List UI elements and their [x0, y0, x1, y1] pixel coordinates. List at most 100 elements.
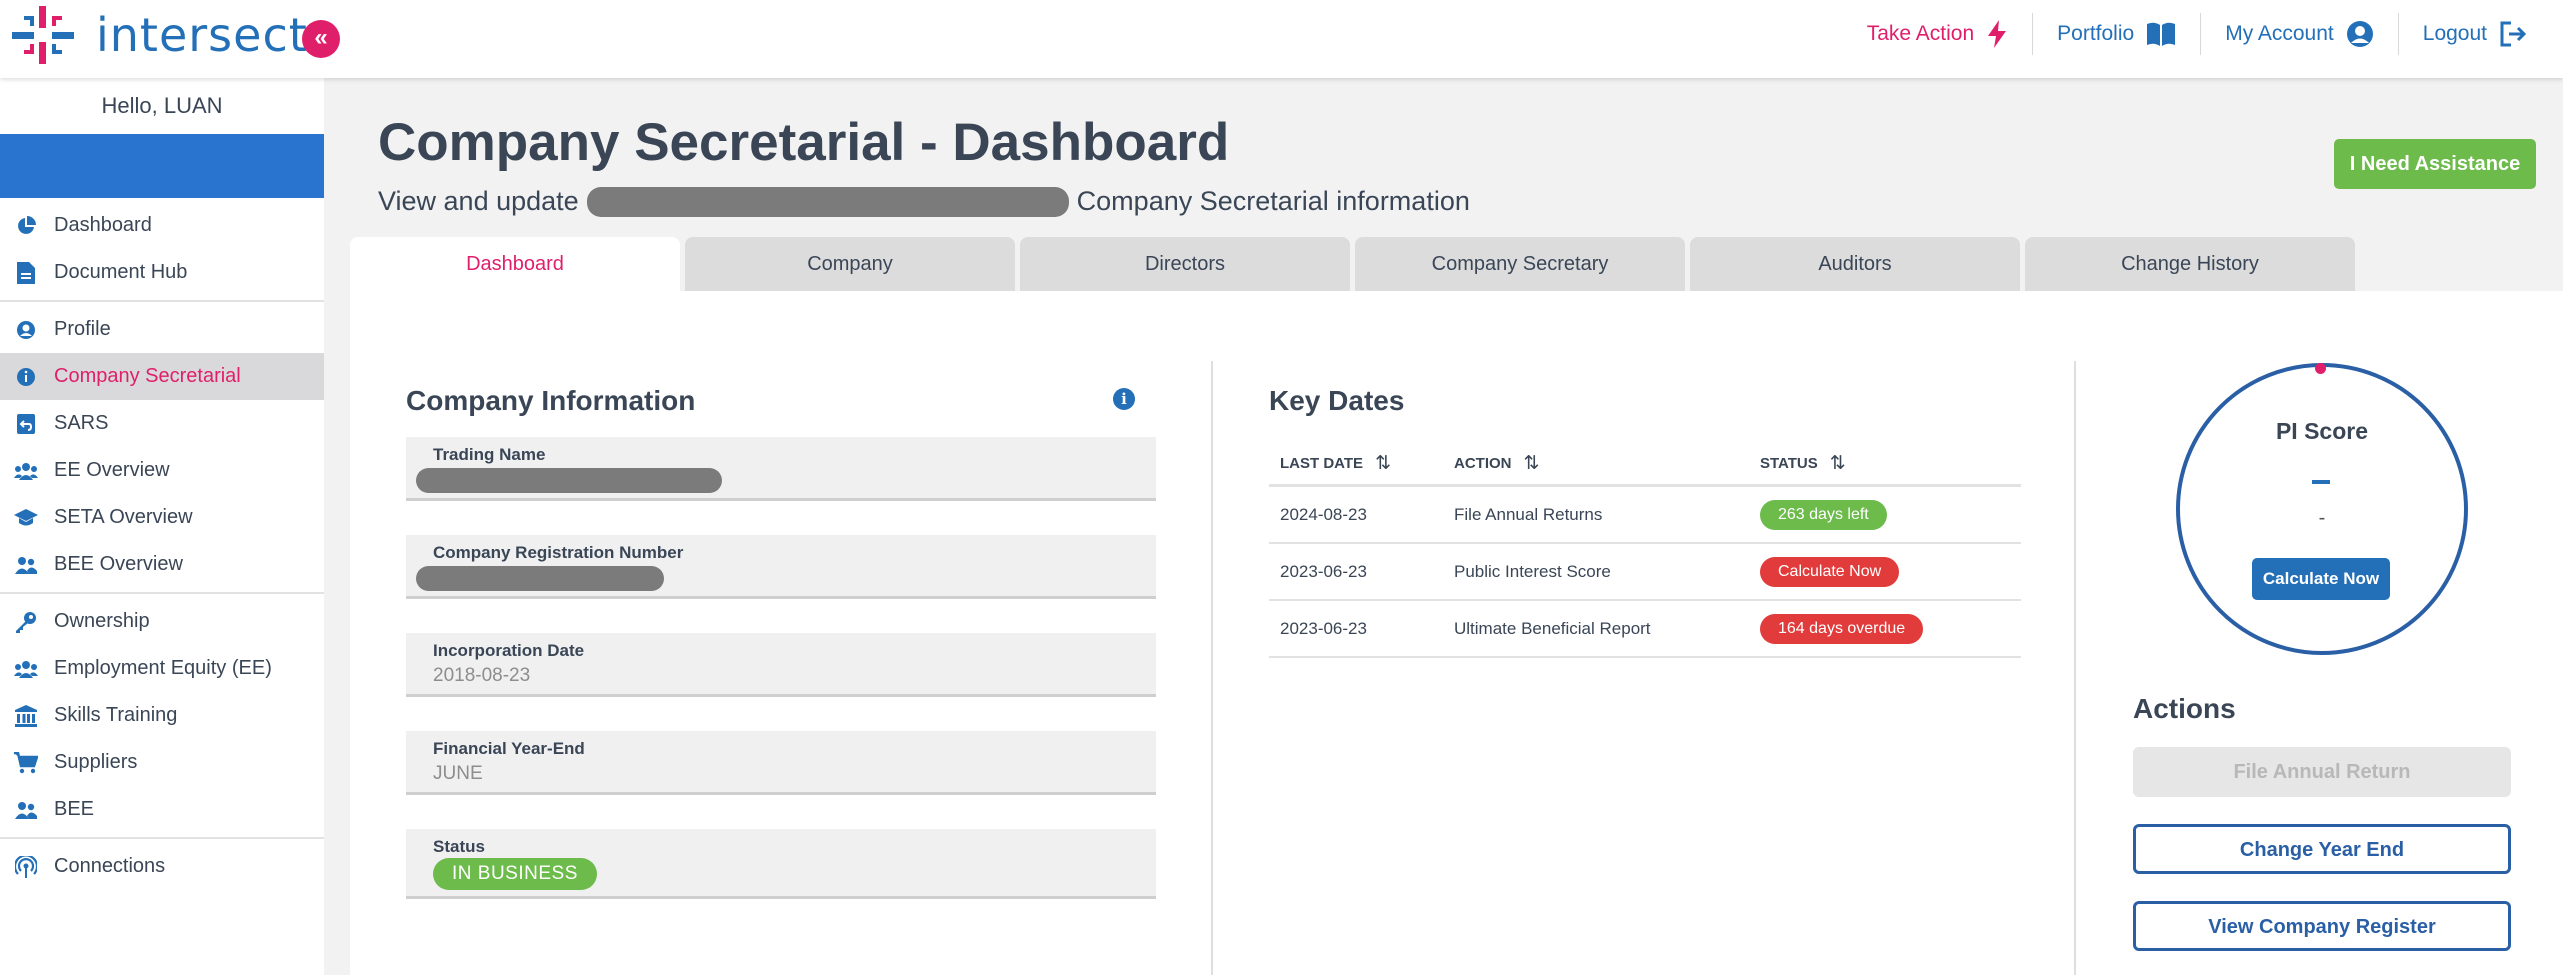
- key-dates-table: LAST DATE ⇅ ACTION ⇅ STATUS ⇅ 2024-08-23 Fi…: [1269, 443, 2021, 658]
- book-icon: [2147, 22, 2176, 46]
- subtitle-prefix: View and update: [378, 186, 579, 216]
- pi-score-indicator: [2315, 363, 2326, 374]
- file-annual-return-button[interactable]: File Annual Return: [2133, 747, 2511, 797]
- sort-icon[interactable]: ⇅: [1524, 452, 1540, 475]
- sidebar-item-profile[interactable]: Profile: [0, 306, 324, 353]
- table-row: 2023-06-23 Ultimate Beneficial Report 16…: [1269, 601, 2021, 658]
- calculate-now-button[interactable]: Calculate Now: [2252, 558, 2390, 600]
- sidebar-item-label: SETA Overview: [54, 506, 193, 528]
- sort-icon[interactable]: ⇅: [1375, 452, 1391, 475]
- sidebar-item-label: Document Hub: [54, 261, 188, 283]
- portfolio-link[interactable]: Portfolio: [2032, 13, 2200, 55]
- tab-change-history[interactable]: Change History: [2025, 237, 2355, 291]
- take-action-label: Take Action: [1866, 22, 1975, 45]
- sidebar-item-suppliers[interactable]: Suppliers: [0, 739, 324, 786]
- column-status[interactable]: STATUS ⇅: [1760, 452, 2021, 475]
- sidebar-item-bee-overview[interactable]: BEE Overview: [0, 541, 324, 588]
- return-icon: [14, 412, 38, 436]
- page-subtitle: View and update Company Secretarial info…: [378, 186, 1470, 217]
- sidebar-item-document-hub[interactable]: Document Hub: [0, 249, 324, 296]
- graduation-cap-icon: [14, 506, 38, 530]
- financial-year-end-value: JUNE: [433, 763, 483, 784]
- users-icon: [14, 657, 38, 681]
- tab-company-secretary[interactable]: Company Secretary: [1355, 237, 1685, 291]
- pi-score-placeholder: [2312, 480, 2330, 484]
- people-icon: [14, 798, 38, 822]
- sidebar-item-label: Ownership: [54, 610, 150, 632]
- sidebar-item-ee-overview[interactable]: EE Overview: [0, 447, 324, 494]
- status-label: Status: [433, 837, 485, 856]
- sidebar-item-ownership[interactable]: Ownership: [0, 598, 324, 645]
- intersect-logo-icon[interactable]: [12, 6, 74, 64]
- calculate-now-badge[interactable]: Calculate Now: [1760, 556, 1900, 587]
- redacted-registration-number: [416, 566, 664, 591]
- pie-chart-icon: [14, 214, 38, 238]
- my-account-link[interactable]: My Account: [2200, 13, 2398, 55]
- greeting: Hello, LUAN: [101, 93, 223, 118]
- broadcast-icon: [14, 855, 38, 879]
- sidebar-item-label: Profile: [54, 318, 111, 340]
- info-icon[interactable]: i: [1113, 388, 1135, 410]
- sidebar-banner: [0, 134, 324, 198]
- tab-directors[interactable]: Directors: [1020, 237, 1350, 291]
- need-assistance-button[interactable]: I Need Assistance: [2334, 139, 2536, 189]
- sidebar-item-seta-overview[interactable]: SETA Overview: [0, 494, 324, 541]
- key-dates-title: Key Dates: [1269, 385, 1405, 416]
- status-field: Status IN BUSINESS: [406, 829, 1156, 899]
- people-icon: [14, 553, 38, 577]
- column-last-date[interactable]: LAST DATE ⇅: [1269, 452, 1454, 475]
- sidebar-group-overview: Profile Company Secretarial SARS EE Over…: [0, 302, 324, 594]
- column-divider: [2074, 361, 2076, 975]
- sidebar-item-sars[interactable]: SARS: [0, 400, 324, 447]
- user-circle-icon: [14, 318, 38, 342]
- column-action[interactable]: ACTION ⇅: [1454, 452, 1760, 475]
- sidebar-item-connections[interactable]: Connections: [0, 843, 324, 890]
- change-year-end-button[interactable]: Change Year End: [2133, 824, 2511, 874]
- sidebar-group-main: Dashboard Document Hub: [0, 198, 324, 302]
- take-action-link[interactable]: Take Action: [1843, 13, 2032, 55]
- table-row: 2024-08-23 File Annual Returns 263 days …: [1269, 487, 2021, 544]
- column-divider: [1211, 361, 1213, 975]
- my-account-label: My Account: [2225, 22, 2334, 45]
- sidebar-item-employment-equity[interactable]: Employment Equity (EE): [0, 645, 324, 692]
- financial-year-end-label: Financial Year-End: [433, 739, 585, 758]
- logout-link[interactable]: Logout: [2397, 13, 2551, 55]
- sidebar-item-company-secretarial[interactable]: Company Secretarial: [0, 353, 324, 400]
- sidebar-item-skills-training[interactable]: Skills Training: [0, 692, 324, 739]
- row-action: File Annual Returns: [1454, 504, 1603, 524]
- trading-name-label: Trading Name: [433, 445, 546, 464]
- row-date: 2024-08-23: [1280, 504, 1367, 524]
- company-information-title: Company Information: [406, 385, 696, 416]
- sidebar-item-label: Connections: [54, 855, 166, 877]
- tab-company[interactable]: Company: [685, 237, 1015, 291]
- logout-label: Logout: [2422, 22, 2487, 45]
- sidebar-item-label: Dashboard: [54, 214, 152, 236]
- incorporation-date-value: 2018-08-23: [433, 665, 531, 686]
- collapse-sidebar-button[interactable]: «: [302, 20, 340, 58]
- sidebar-item-bee[interactable]: BEE: [0, 786, 324, 833]
- row-action: Ultimate Beneficial Report: [1454, 618, 1651, 638]
- lightning-icon: [1988, 20, 2007, 48]
- view-company-register-button[interactable]: View Company Register: [2133, 901, 2511, 951]
- sidebar: Hello, LUAN Dashboard Document Hub Profi…: [0, 78, 324, 975]
- sort-icon[interactable]: ⇅: [1830, 452, 1846, 475]
- table-row: 2023-06-23 Public Interest Score Calcula…: [1269, 544, 2021, 601]
- table-header: LAST DATE ⇅ ACTION ⇅ STATUS ⇅: [1269, 443, 2021, 487]
- row-date: 2023-06-23: [1280, 561, 1367, 581]
- dashboard-panel: Company Information i Trading Name Compa…: [350, 291, 2563, 975]
- column-label: STATUS: [1760, 455, 1818, 472]
- users-icon: [14, 459, 38, 483]
- tab-auditors[interactable]: Auditors: [1690, 237, 2020, 291]
- top-navigation: Take Action Portfolio My Account Logout: [1843, 0, 2551, 68]
- sidebar-item-label: Skills Training: [54, 704, 178, 726]
- sidebar-item-label: Suppliers: [54, 751, 138, 773]
- redacted-trading-name: [416, 468, 722, 493]
- sidebar-item-dashboard[interactable]: Dashboard: [0, 202, 324, 249]
- actions-title: Actions: [2133, 693, 2236, 724]
- brand-name[interactable]: intersect: [96, 8, 308, 62]
- bank-icon: [14, 704, 38, 728]
- document-icon: [14, 261, 38, 285]
- tab-dashboard[interactable]: Dashboard: [350, 237, 680, 291]
- key-icon: [14, 610, 38, 634]
- redacted-company-name: [586, 186, 1069, 217]
